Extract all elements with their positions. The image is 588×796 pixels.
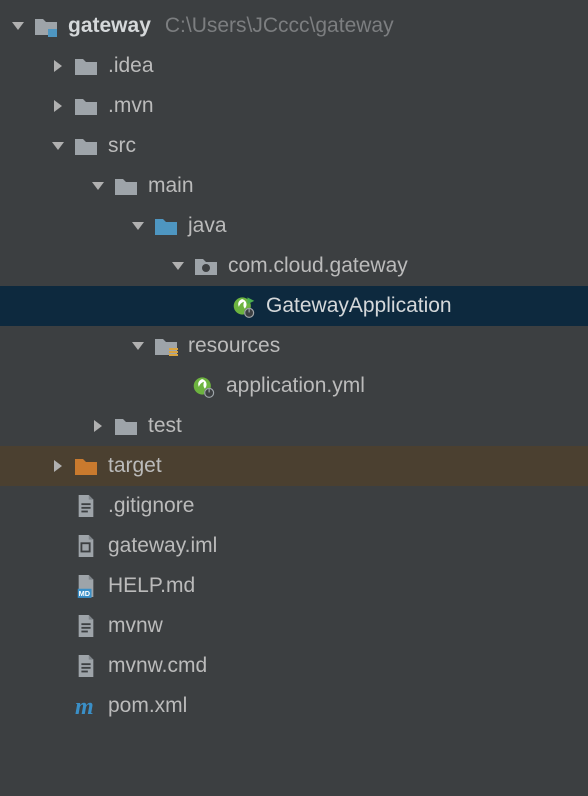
source-folder-icon	[154, 214, 178, 238]
text-file-icon	[74, 494, 98, 518]
node-label: .idea	[108, 54, 154, 78]
node-label: .mvn	[108, 94, 154, 118]
node-label: gateway.iml	[108, 534, 217, 558]
node-label: mvnw.cmd	[108, 654, 207, 678]
tree-row-root[interactable]: gateway C:\Users\JCccc\gateway	[0, 6, 588, 46]
node-label: HELP.md	[108, 574, 195, 598]
node-label: com.cloud.gateway	[228, 254, 408, 278]
node-label: pom.xml	[108, 694, 187, 718]
tree-row-iml[interactable]: gateway.iml	[0, 526, 588, 566]
text-file-icon	[74, 614, 98, 638]
iml-file-icon	[74, 534, 98, 558]
chevron-right-icon[interactable]	[48, 456, 68, 476]
node-label: mvnw	[108, 614, 163, 638]
tree-row-resources[interactable]: resources	[0, 326, 588, 366]
spring-config-icon	[192, 374, 216, 398]
folder-icon	[74, 94, 98, 118]
resources-folder-icon	[154, 334, 178, 358]
text-file-icon	[74, 654, 98, 678]
chevron-down-icon[interactable]	[88, 176, 108, 196]
node-label: application.yml	[226, 374, 365, 398]
tree-row-idea[interactable]: .idea	[0, 46, 588, 86]
tree-row-package[interactable]: com.cloud.gateway	[0, 246, 588, 286]
tree-row-test[interactable]: test	[0, 406, 588, 446]
tree-row-gateway-application[interactable]: GatewayApplication	[0, 286, 588, 326]
node-label: GatewayApplication	[266, 294, 452, 318]
folder-icon	[114, 414, 138, 438]
tree-row-mvnw[interactable]: mvnw	[0, 606, 588, 646]
folder-icon	[74, 134, 98, 158]
node-label: target	[108, 454, 162, 478]
chevron-right-icon[interactable]	[48, 96, 68, 116]
tree-row-mvnw-cmd[interactable]: mvnw.cmd	[0, 646, 588, 686]
root-name: gateway	[68, 14, 151, 38]
tree-row-mvn[interactable]: .mvn	[0, 86, 588, 126]
project-tree[interactable]: gateway C:\Users\JCccc\gateway .idea .mv…	[0, 0, 588, 726]
chevron-right-icon[interactable]	[48, 56, 68, 76]
tree-row-target[interactable]: target	[0, 446, 588, 486]
node-label: resources	[188, 334, 280, 358]
root-path: C:\Users\JCccc\gateway	[165, 14, 394, 38]
package-icon	[194, 254, 218, 278]
node-label: test	[148, 414, 182, 438]
node-label: src	[108, 134, 136, 158]
tree-row-gitignore[interactable]: .gitignore	[0, 486, 588, 526]
chevron-down-icon[interactable]	[128, 216, 148, 236]
chevron-down-icon[interactable]	[168, 256, 188, 276]
node-label: java	[188, 214, 227, 238]
tree-row-java[interactable]: java	[0, 206, 588, 246]
folder-icon	[74, 54, 98, 78]
maven-icon	[74, 694, 98, 718]
tree-row-main[interactable]: main	[0, 166, 588, 206]
chevron-down-icon[interactable]	[8, 16, 28, 36]
tree-row-application-yml[interactable]: application.yml	[0, 366, 588, 406]
spring-boot-run-icon	[232, 294, 256, 318]
module-folder-icon	[34, 14, 58, 38]
tree-row-pom[interactable]: pom.xml	[0, 686, 588, 726]
node-label: .gitignore	[108, 494, 194, 518]
excluded-folder-icon	[74, 454, 98, 478]
node-label: main	[148, 174, 194, 198]
tree-row-src[interactable]: src	[0, 126, 588, 166]
chevron-down-icon[interactable]	[128, 336, 148, 356]
chevron-down-icon[interactable]	[48, 136, 68, 156]
tree-row-help-md[interactable]: HELP.md	[0, 566, 588, 606]
folder-icon	[114, 174, 138, 198]
chevron-right-icon[interactable]	[88, 416, 108, 436]
markdown-file-icon	[74, 574, 98, 598]
